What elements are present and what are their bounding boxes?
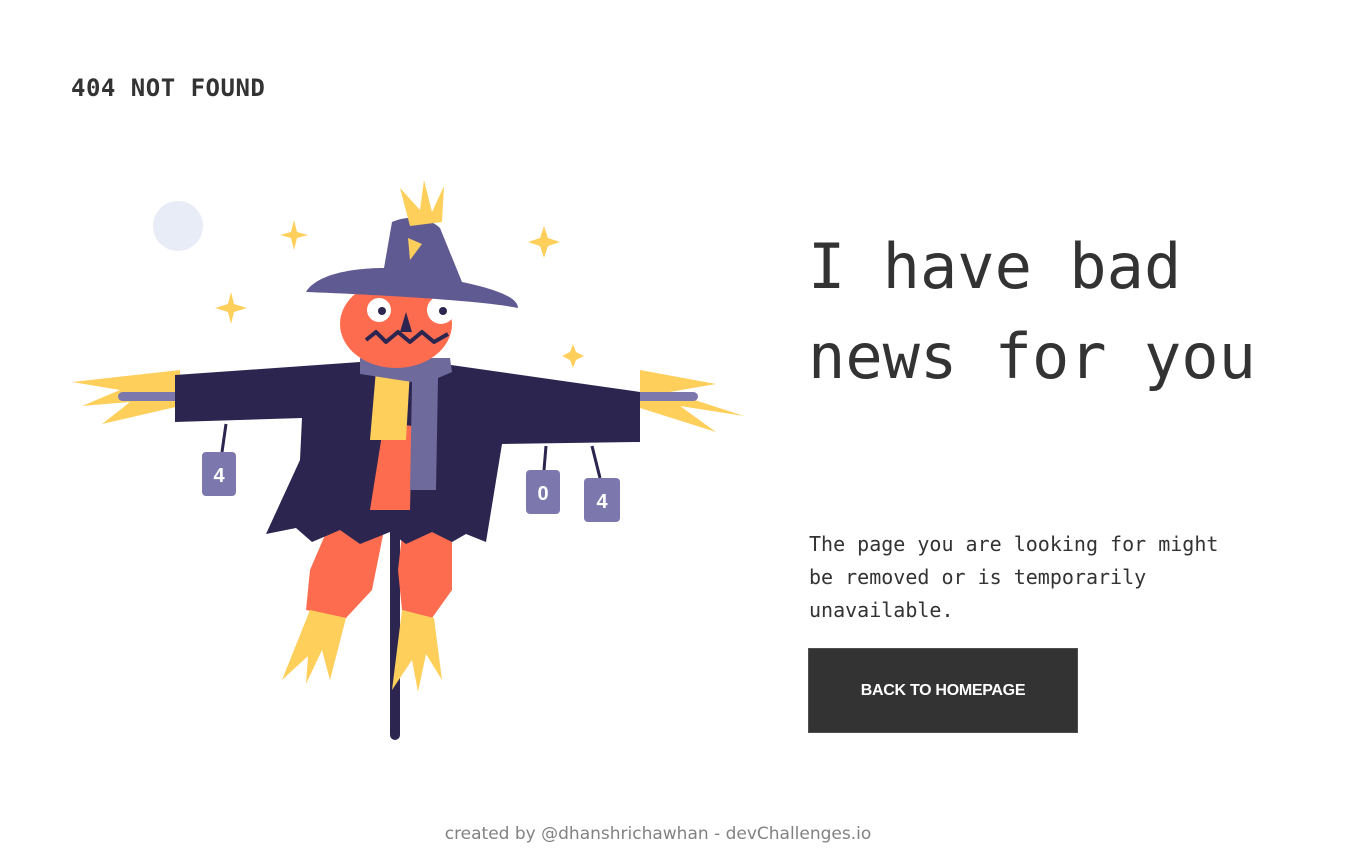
straw-feet	[282, 610, 442, 692]
can-middle: 0	[526, 445, 560, 514]
hat-icon	[306, 217, 518, 308]
scarecrow-illustration: 4 0 4	[72, 180, 744, 740]
page-title: 404 NOT FOUND	[71, 74, 266, 102]
moon-icon	[153, 201, 203, 251]
can-left: 4	[202, 423, 236, 496]
can-right-label: 4	[596, 491, 608, 513]
can-middle-label: 0	[537, 483, 548, 505]
can-left-label: 4	[213, 465, 225, 487]
headline: I have bad news for you	[808, 230, 1256, 393]
error-message: The page you are looking for might be re…	[809, 532, 1219, 622]
back-to-homepage-button[interactable]: BACK TO HOMEPAGE	[808, 648, 1078, 733]
can-right: 4	[584, 445, 620, 522]
footer-credit[interactable]: created by @dhanshrichawhan - devChallen…	[0, 824, 1316, 844]
